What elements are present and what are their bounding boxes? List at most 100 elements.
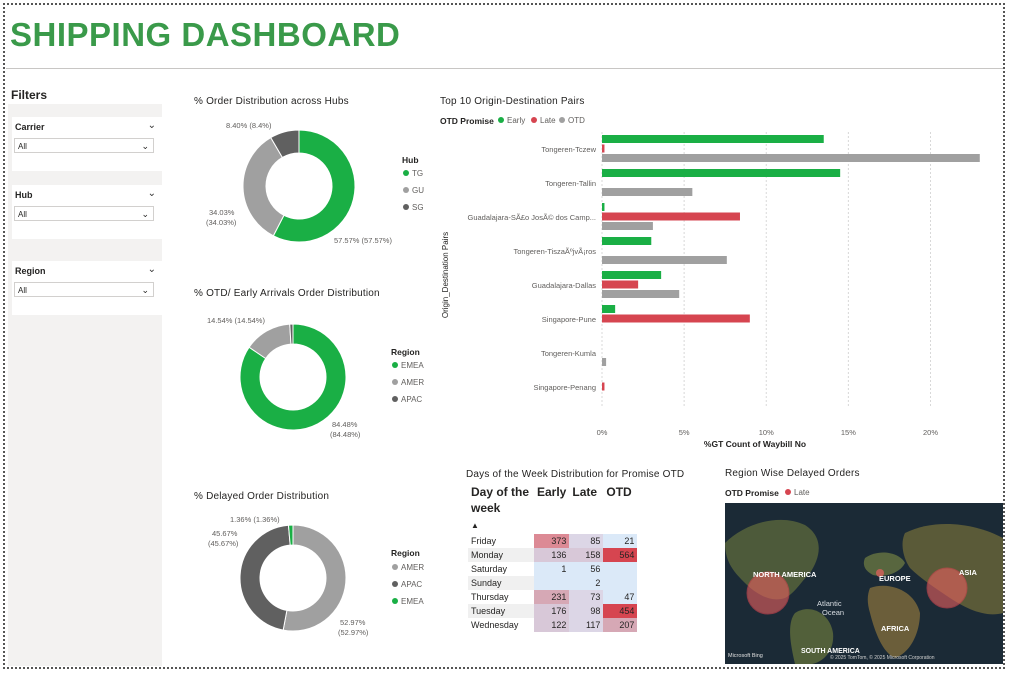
- bar-early[interactable]: [602, 203, 605, 211]
- bar-otd[interactable]: [602, 222, 653, 230]
- delayed-orders-map[interactable]: NORTH AMERICA EUROPE ASIA Atlantic Ocean…: [725, 503, 1003, 664]
- value-cell: 231: [534, 590, 570, 604]
- donut-slice-apac[interactable]: [239, 524, 291, 631]
- region-label: Region: [15, 266, 46, 276]
- legend-item-amer[interactable]: AMER: [392, 563, 424, 572]
- table-row[interactable]: Monday 136 158 564: [468, 548, 638, 562]
- y-category-label: Tongeren-TiszaÃºjvÃ¡ros: [514, 247, 597, 256]
- legend-item-late[interactable]: Late: [531, 116, 556, 125]
- legend-item-emea[interactable]: EMEA: [392, 597, 424, 606]
- apac-data-label-a: 45.67%: [212, 529, 238, 538]
- y-category-label: Singapore-Pune: [542, 315, 596, 324]
- col-header-late[interactable]: Late: [569, 484, 603, 534]
- col-header-day[interactable]: Day of the week ▲: [468, 484, 534, 534]
- otd-legend-title: Region: [391, 347, 420, 357]
- bar-otd[interactable]: [602, 290, 680, 298]
- region-select[interactable]: All ⌄: [14, 282, 154, 297]
- dropdown-icon: ⌄: [141, 141, 149, 151]
- bar-early[interactable]: [602, 237, 652, 245]
- bar-otd[interactable]: [602, 358, 607, 366]
- table-row[interactable]: Friday 373 85 21: [468, 534, 638, 548]
- hub-select[interactable]: All ⌄: [14, 206, 154, 221]
- amer-data-label: 14.54% (14.54%): [207, 316, 265, 325]
- bar-late[interactable]: [602, 280, 639, 289]
- legend-item-apac[interactable]: APAC: [392, 395, 422, 404]
- bar-late[interactable]: [602, 382, 605, 391]
- x-tick-label: 15%: [841, 428, 856, 437]
- matrix-title: Days of the Week Distribution for Promis…: [466, 469, 685, 480]
- bar-otd[interactable]: [602, 154, 980, 162]
- amer-delayed-data-label-a: 52.97%: [340, 618, 366, 627]
- legend-item-otd[interactable]: OTD: [559, 116, 585, 125]
- col-header-otd[interactable]: OTD: [603, 484, 637, 534]
- delayed-donut-chart[interactable]: [238, 523, 348, 633]
- bar-early[interactable]: [602, 305, 616, 313]
- chevron-down-icon[interactable]: ⌄: [148, 264, 156, 275]
- chevron-down-icon[interactable]: ⌄: [148, 188, 156, 199]
- table-row[interactable]: Tuesday 176 98 454: [468, 604, 638, 618]
- y-category-label: Singapore-Penang: [533, 383, 596, 392]
- value-cell: 158: [569, 548, 604, 562]
- map-label-ocean: Ocean: [822, 608, 844, 617]
- table-row[interactable]: Saturday 1 56: [468, 562, 638, 576]
- value-cell: 98: [569, 604, 604, 618]
- origin-destination-bar-chart[interactable]: 0% 5% 10% 15% 20% Tongeren-Tczew Tongeren-Tall…: [436, 130, 1004, 455]
- value-cell: 2: [569, 576, 604, 590]
- table-row[interactable]: Sunday 2: [468, 576, 638, 590]
- row-day-cell: Thursday: [471, 592, 509, 602]
- table-row[interactable]: Thursday 231 73 47: [468, 590, 638, 604]
- bar-otd[interactable]: [602, 188, 693, 196]
- page-title: SHIPPING DASHBOARD: [10, 16, 401, 53]
- legend-item-apac[interactable]: APAC: [392, 580, 422, 589]
- legend-item-tg[interactable]: TG: [403, 169, 423, 178]
- row-day-cell: Tuesday: [471, 606, 506, 616]
- hubs-donut-chart[interactable]: [236, 123, 362, 249]
- title-divider: [6, 68, 1003, 69]
- value-cell: 47: [603, 590, 638, 604]
- y-category-label: Tongeren-Tallin: [545, 179, 596, 188]
- legend-item-early[interactable]: Early: [498, 116, 525, 125]
- region-filter: Region ⌄ All ⌄: [12, 261, 162, 315]
- value-cell: [603, 562, 638, 576]
- delayed-donut-title: % Delayed Order Distribution: [194, 491, 330, 502]
- y-axis-title: Origin_Destination Pairs: [441, 232, 450, 318]
- hubs-legend-title: Hub: [402, 155, 419, 165]
- y-category-label: Tongeren-Tczew: [541, 145, 596, 154]
- legend-item-emea[interactable]: EMEA: [392, 361, 424, 370]
- x-tick-label: 0%: [597, 428, 608, 437]
- gu-data-label-b: (34.03%): [206, 218, 237, 227]
- otd-donut-chart[interactable]: [238, 322, 348, 432]
- dropdown-icon: ⌄: [141, 285, 149, 295]
- value-cell: 73: [569, 590, 604, 604]
- filters-pane: Filters Carrier ⌄ All ⌄ Hub ⌄ All ⌄ Region…: [8, 80, 162, 666]
- y-category-label: Tongeren-Kumla: [541, 349, 597, 358]
- bar-late[interactable]: [602, 314, 750, 323]
- bar-early[interactable]: [602, 169, 841, 177]
- row-day-cell: Friday: [471, 536, 497, 546]
- chevron-down-icon[interactable]: ⌄: [148, 120, 156, 131]
- hubs-donut-title: % Order Distribution across Hubs: [194, 96, 349, 107]
- legend-item-amer[interactable]: AMER: [392, 378, 424, 387]
- carrier-filter: Carrier ⌄ All ⌄: [12, 117, 162, 171]
- otd-donut-title: % OTD/ Early Arrivals Order Distribution: [194, 288, 380, 299]
- bar-late[interactable]: [602, 212, 740, 221]
- value-cell: 21: [603, 534, 638, 548]
- bar-early[interactable]: [602, 271, 662, 279]
- row-day-cell: Saturday: [471, 564, 508, 574]
- bar-early[interactable]: [602, 135, 824, 143]
- carrier-select[interactable]: All ⌄: [14, 138, 154, 153]
- bar-otd[interactable]: [602, 256, 727, 264]
- donut-slice-gu[interactable]: [242, 136, 285, 237]
- table-row[interactable]: Wednesday 122 117 207: [468, 618, 638, 632]
- emea-data-label-a: 84.48%: [332, 420, 358, 429]
- x-tick-label: 20%: [923, 428, 938, 437]
- value-cell: 1: [534, 562, 570, 576]
- legend-item-sg[interactable]: SG: [403, 203, 424, 212]
- map-title: Region Wise Delayed Orders: [725, 468, 860, 479]
- legend-item-gu[interactable]: GU: [403, 186, 424, 195]
- y-category-label: Guadalajara-Dallas: [532, 281, 596, 290]
- bar-late[interactable]: [602, 144, 605, 153]
- legend-item-late[interactable]: Late: [785, 488, 810, 497]
- col-header-early[interactable]: Early: [534, 484, 569, 534]
- value-cell: 564: [603, 548, 638, 562]
